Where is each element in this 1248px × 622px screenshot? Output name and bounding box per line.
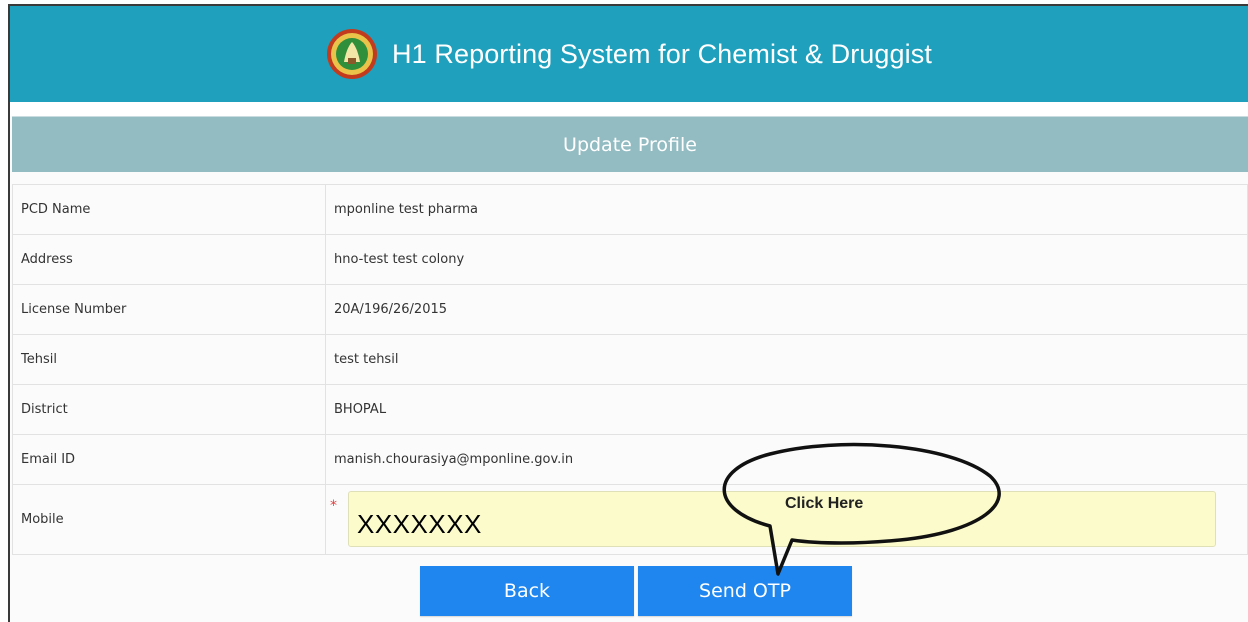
table-row: Tehsil test tehsil — [12, 334, 1248, 385]
required-marker: * — [330, 497, 337, 514]
field-label: Email ID — [12, 434, 326, 485]
section-header: Update Profile — [12, 116, 1248, 172]
field-value: 20A/196/26/2015 — [325, 284, 1248, 335]
field-label: PCD Name — [12, 184, 326, 235]
field-value: BHOPAL — [325, 384, 1248, 435]
mobile-label: Mobile — [12, 484, 326, 555]
field-label: Tehsil — [12, 334, 326, 385]
back-button[interactable]: Back — [420, 566, 634, 616]
field-label: License Number — [12, 284, 326, 335]
header-gap — [10, 102, 1248, 116]
field-label: Address — [12, 234, 326, 285]
table-row: District BHOPAL — [12, 384, 1248, 435]
table-row: License Number 20A/196/26/2015 — [12, 284, 1248, 335]
field-value: test tehsil — [325, 334, 1248, 385]
state-emblem-icon — [327, 29, 378, 79]
section-title: Update Profile — [563, 133, 697, 156]
mobile-value: XXXXXXX — [357, 509, 482, 539]
table-row: PCD Name mponline test pharma — [12, 184, 1248, 235]
table-row: Email ID manish.chourasiya@mponline.gov.… — [12, 434, 1248, 485]
field-value: hno-test test colony — [325, 234, 1248, 285]
profile-table: PCD Name mponline test pharma Address hn… — [12, 184, 1248, 555]
field-value: mponline test pharma — [325, 184, 1248, 235]
mobile-row: Mobile * XXXXXXX — [12, 484, 1248, 555]
click-here-callout — [722, 442, 1001, 576]
table-row: Address hno-test test colony — [12, 234, 1248, 285]
app-title: H1 Reporting System for Chemist & Druggi… — [392, 38, 932, 69]
field-label: District — [12, 384, 326, 435]
callout-label: Click Here — [785, 495, 864, 512]
app-header: H1 Reporting System for Chemist & Druggi… — [10, 6, 1248, 102]
action-bar: Back Send OTP — [10, 560, 1248, 620]
